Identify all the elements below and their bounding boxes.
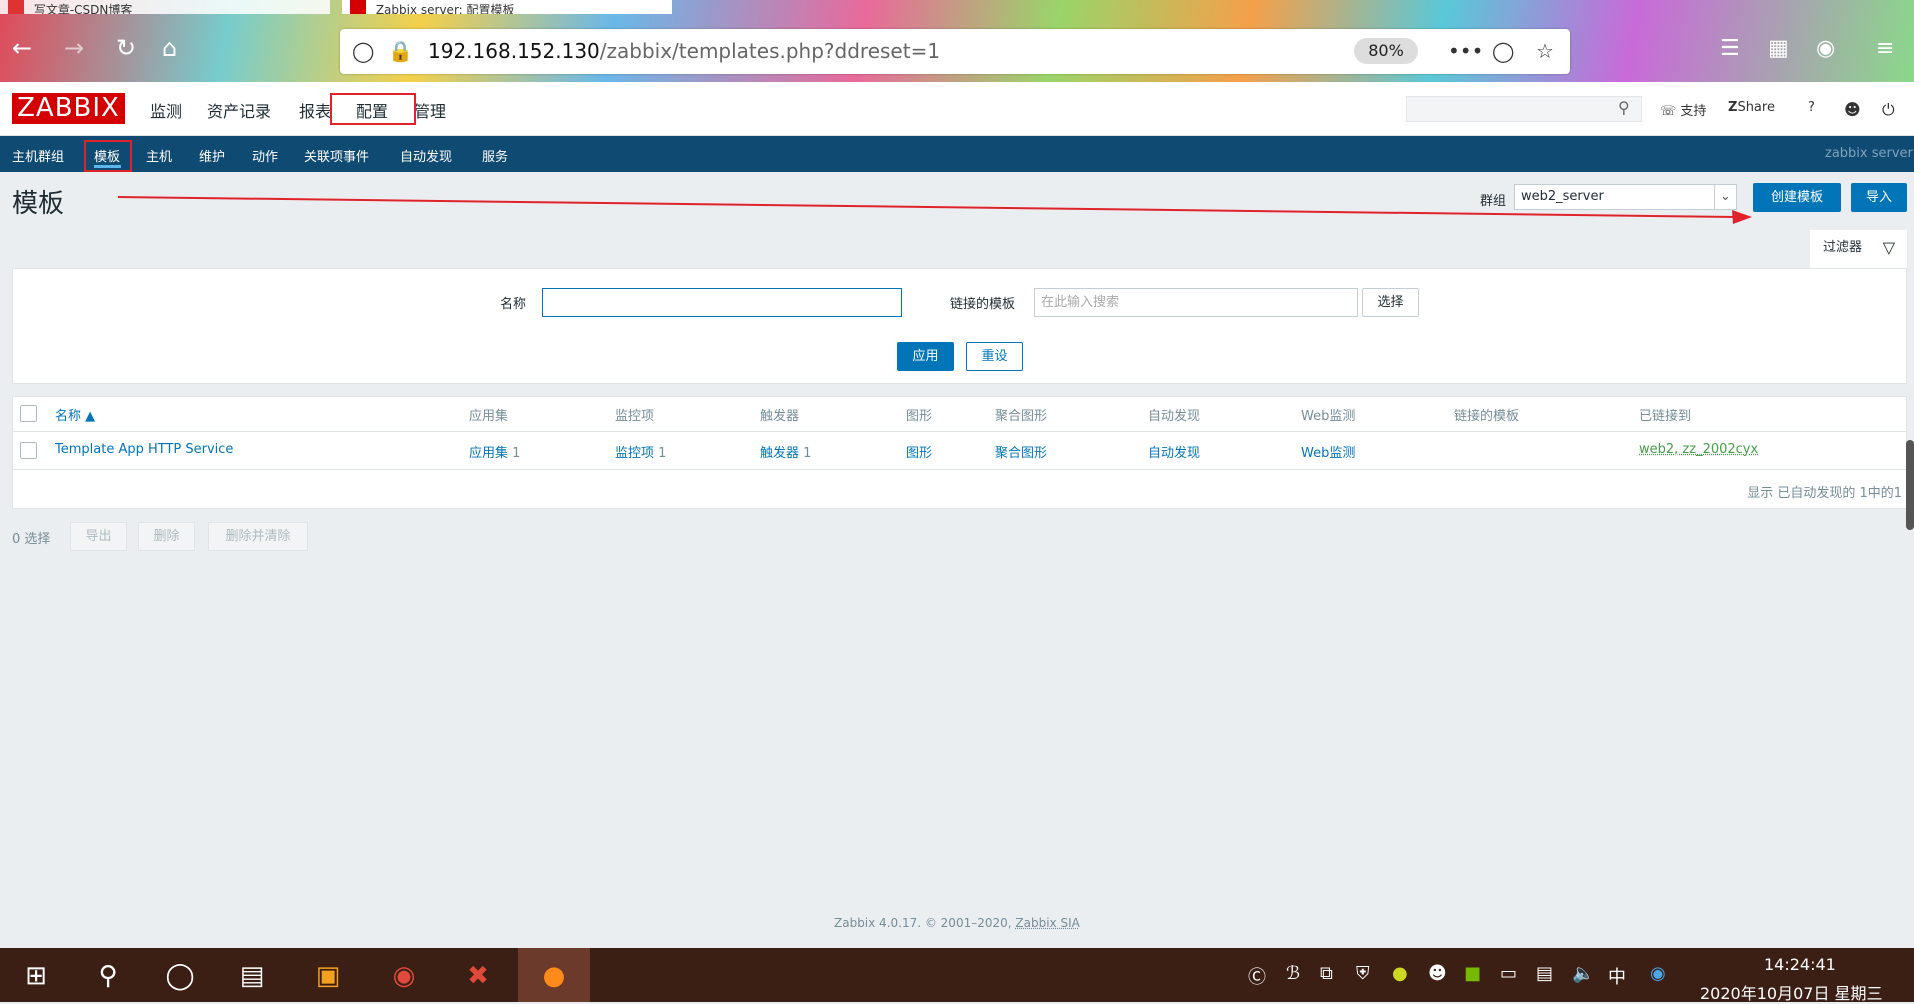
linked-templates-label: 链接的模板 [950, 297, 1016, 312]
selected-count: 0 选择 [12, 532, 51, 547]
table-divider [12, 431, 1907, 432]
header-linked-to: 已链接到 [1639, 409, 1692, 424]
table-divider [12, 469, 1907, 470]
xmind-icon[interactable]: ✖ [458, 956, 498, 996]
clock-date[interactable]: 2020年10月07日 星期三 [1700, 980, 1883, 1004]
nvidia-icon[interactable]: ■ [1464, 963, 1481, 984]
header-triggers: 触发器 [760, 409, 800, 424]
windows-start-icon[interactable]: ⊞ [16, 956, 56, 996]
linked-templates-input[interactable]: 在此输入搜索 [1034, 288, 1358, 317]
skype-icon[interactable]: Ⓒ [1248, 963, 1266, 989]
name-input[interactable] [542, 288, 902, 317]
filter-tab[interactable]: 过滤器 ▽ [1810, 230, 1907, 268]
template-name-link[interactable]: Template App HTTP Service [55, 442, 233, 457]
header-linked-templates: 链接的模板 [1454, 409, 1520, 424]
filter-icon: ▽ [1882, 238, 1895, 257]
task-view-icon[interactable]: ▤ [232, 956, 272, 996]
linked-to-link[interactable]: web2, zz_2002cyx [1639, 442, 1758, 457]
applications-link[interactable]: 应用集 1 [469, 442, 520, 461]
discovery-link[interactable]: 自动发现 [1148, 442, 1200, 461]
select-all-checkbox[interactable] [20, 405, 37, 422]
header-items: 监控项 [615, 409, 655, 424]
delete-button[interactable]: 删除 [138, 522, 195, 551]
search-icon[interactable]: ⚲ [88, 956, 128, 996]
defender-icon[interactable]: ⛨ [1356, 963, 1370, 984]
qq-icon[interactable]: ☻ [1428, 963, 1447, 984]
web-link[interactable]: Web监测 [1301, 442, 1355, 461]
firefox-icon: ● [542, 961, 566, 991]
apply-button[interactable]: 应用 [897, 342, 954, 371]
volume-icon[interactable]: 🔈 [1572, 963, 1594, 984]
copy-icon[interactable]: ⧉ [1320, 963, 1333, 984]
export-button[interactable]: 导出 [70, 522, 127, 551]
qq-browser-icon[interactable]: ◉ [1650, 963, 1666, 984]
bluetooth-icon[interactable]: ℬ [1286, 963, 1300, 984]
zabbix-sia-link[interactable]: Zabbix SIA [1015, 916, 1079, 930]
scrollbar-handle[interactable] [1906, 440, 1914, 530]
network-icon[interactable]: ▤ [1536, 963, 1553, 984]
select-button[interactable]: 选择 [1362, 288, 1419, 317]
battery-icon[interactable]: ▭ [1500, 963, 1517, 984]
cortana-icon[interactable]: ◯ [160, 956, 200, 996]
vmware-icon[interactable]: ▣ [308, 956, 348, 996]
page-footer: Zabbix 4.0.17. © 2001–2020, Zabbix SIA [834, 916, 1080, 930]
clock-time[interactable]: 14:24:41 [1764, 955, 1836, 974]
header-discovery: 自动发现 [1148, 409, 1201, 424]
graphs-link[interactable]: 图形 [906, 442, 932, 461]
triggers-link[interactable]: 触发器 1 [760, 442, 811, 461]
filter-panel [12, 268, 1907, 384]
header-screens: 聚合图形 [995, 409, 1048, 424]
app-tray-icon[interactable]: ● [1392, 963, 1408, 984]
header-web: Web监测 [1301, 409, 1356, 424]
header-name[interactable]: 名称 ▲ [55, 405, 95, 424]
items-link[interactable]: 监控项 1 [615, 442, 666, 461]
filter-tab-label: 过滤器 [1823, 240, 1863, 255]
annotation-arrow [117, 196, 1752, 224]
header-graphs: 图形 [906, 409, 933, 424]
windows-taskbar [0, 948, 1914, 1002]
reset-button[interactable]: 重设 [966, 342, 1023, 371]
row-checkbox[interactable] [20, 442, 37, 459]
delete-clear-button[interactable]: 删除并清除 [208, 522, 308, 551]
templates-table [12, 396, 1907, 509]
header-applications: 应用集 [469, 409, 509, 424]
table-footer-count: 显示 已自动发现的 1中的1 [1747, 486, 1902, 501]
screens-link[interactable]: 聚合图形 [995, 442, 1047, 461]
ime-indicator[interactable]: 中 [1608, 963, 1626, 989]
name-label: 名称 [500, 297, 527, 312]
app-shell-icon[interactable]: ◉ [384, 956, 424, 996]
